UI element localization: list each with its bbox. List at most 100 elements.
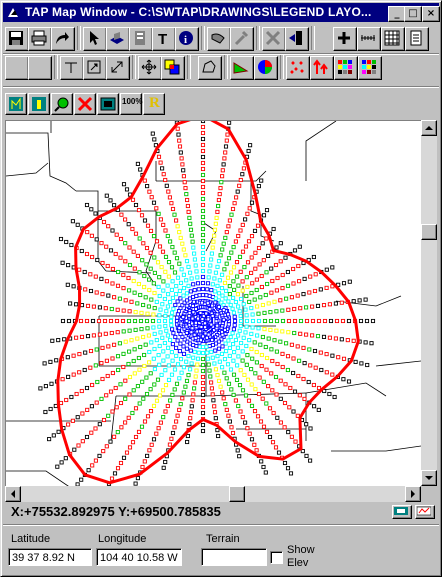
vertical-scroll-thumb[interactable] (421, 224, 437, 240)
coverage-sample-point (210, 289, 213, 292)
coverage-sample-point (309, 427, 312, 430)
coverage-sample-point (303, 397, 306, 400)
coverage-sample-point (170, 437, 173, 440)
info-button[interactable]: i (175, 27, 199, 51)
coverage-sample-point (192, 300, 195, 303)
map-canvas[interactable] (5, 120, 422, 489)
coverage-sample-point (188, 216, 191, 219)
line-button[interactable] (60, 56, 84, 80)
pan-button[interactable] (138, 56, 162, 80)
coverage-sample-point (206, 351, 209, 354)
latitude-field[interactable]: 39 37 8.92 N (8, 548, 92, 566)
coverage-sample-point (111, 357, 114, 360)
text-button[interactable]: T (152, 27, 176, 51)
coverage-map[interactable] (6, 121, 421, 488)
page-button[interactable] (405, 27, 429, 51)
cross-button[interactable] (74, 93, 96, 115)
longitude-label: Longitude (98, 533, 146, 545)
coverage-sample-point (146, 327, 149, 330)
arrows-button[interactable] (310, 56, 334, 80)
exit-button[interactable] (285, 27, 309, 51)
palette2-button[interactable] (358, 56, 382, 80)
document-button[interactable] (129, 27, 153, 51)
r-button[interactable]: R (143, 93, 165, 115)
scale-button[interactable] (357, 27, 381, 51)
coverage-sample-point (122, 456, 125, 459)
horizontal-scrollbar[interactable] (5, 486, 421, 502)
scroll-left-button[interactable] (5, 486, 21, 502)
display-button[interactable] (97, 93, 119, 115)
save-button[interactable] (5, 27, 29, 51)
zoom-button[interactable] (51, 93, 73, 115)
coverage-sample-point (178, 262, 181, 265)
tool-button[interactable] (230, 27, 254, 51)
coverage-sample-point (319, 351, 322, 354)
app-icon[interactable] (6, 5, 21, 20)
add-button[interactable] (333, 27, 357, 51)
coverage-sample-point (240, 297, 243, 300)
antenna-button[interactable] (28, 93, 50, 115)
title-bar[interactable]: TAP Map Window - C:\SWTAP\DRAWINGS\LEGEN… (3, 3, 439, 22)
coverage-sample-point (96, 258, 99, 261)
coverage-sample-point (201, 191, 204, 194)
horizontal-scroll-thumb[interactable] (229, 486, 245, 502)
overlap-button[interactable] (161, 56, 185, 80)
vertical-scrollbar[interactable] (421, 120, 437, 488)
layers-button[interactable] (106, 27, 130, 51)
lasso-button[interactable] (198, 56, 222, 80)
redo-button[interactable] (51, 27, 75, 51)
coverage-sample-point (233, 288, 236, 291)
measure-button[interactable] (207, 27, 231, 51)
coverage-sample-point (210, 258, 213, 261)
coverage-sample-point (305, 423, 308, 426)
coverage-sample-point (239, 369, 242, 372)
palette-button[interactable] (334, 56, 358, 80)
coverage-sample-point (184, 385, 187, 388)
longitude-field[interactable]: 104 40 10.58 W (96, 548, 182, 566)
scroll-right-button[interactable] (405, 486, 421, 502)
coverage-sample-point (244, 218, 247, 221)
profile-button[interactable] (5, 93, 27, 115)
coverage-sample-point (254, 251, 257, 254)
scroll-up-button[interactable] (421, 120, 437, 136)
grid-button[interactable] (381, 27, 405, 51)
coverage-sample-point (257, 392, 260, 395)
coverage-sample-point (309, 364, 312, 367)
coverage-sample-point (246, 427, 249, 430)
coverage-sample-point (153, 368, 156, 371)
coverage-sample-point (232, 343, 235, 346)
chart-button[interactable] (230, 56, 254, 80)
blank-button-1[interactable] (5, 56, 29, 80)
percent-button[interactable]: 100% (120, 93, 142, 115)
coverage-sample-point (261, 397, 264, 400)
resize-button[interactable] (106, 56, 130, 80)
coverage-sample-point (162, 173, 165, 176)
color-button[interactable] (254, 56, 278, 80)
coverage-sample-point (143, 285, 146, 288)
coverage-sample-point (111, 267, 114, 270)
close-button[interactable]: × (422, 6, 440, 22)
coverage-sample-point (106, 374, 109, 377)
status-display-button[interactable] (392, 505, 412, 519)
coverage-sample-point (208, 294, 211, 297)
coverage-sample-point (142, 397, 145, 400)
show-elev-checkbox[interactable] (270, 551, 283, 564)
print-button[interactable] (28, 27, 52, 51)
delete-button[interactable] (262, 27, 286, 51)
coverage-sample-point (255, 278, 258, 281)
pointer-button[interactable] (83, 27, 107, 51)
coverage-sample-point (347, 319, 350, 322)
terrain-field[interactable] (201, 548, 267, 566)
blank-button-2[interactable] (28, 56, 52, 80)
points-button[interactable] (286, 56, 310, 80)
coverage-sample-point (239, 324, 242, 327)
coverage-sample-point (286, 368, 289, 371)
rotate-button[interactable] (83, 56, 107, 80)
coverage-sample-point (255, 449, 258, 452)
scroll-down-button[interactable] (421, 470, 437, 486)
coverage-sample-point (221, 366, 224, 369)
status-profile-button[interactable] (415, 505, 435, 519)
coverage-sample-point (224, 151, 227, 154)
maximize-button[interactable]: □ (404, 6, 422, 22)
coverage-sample-point (79, 319, 82, 322)
